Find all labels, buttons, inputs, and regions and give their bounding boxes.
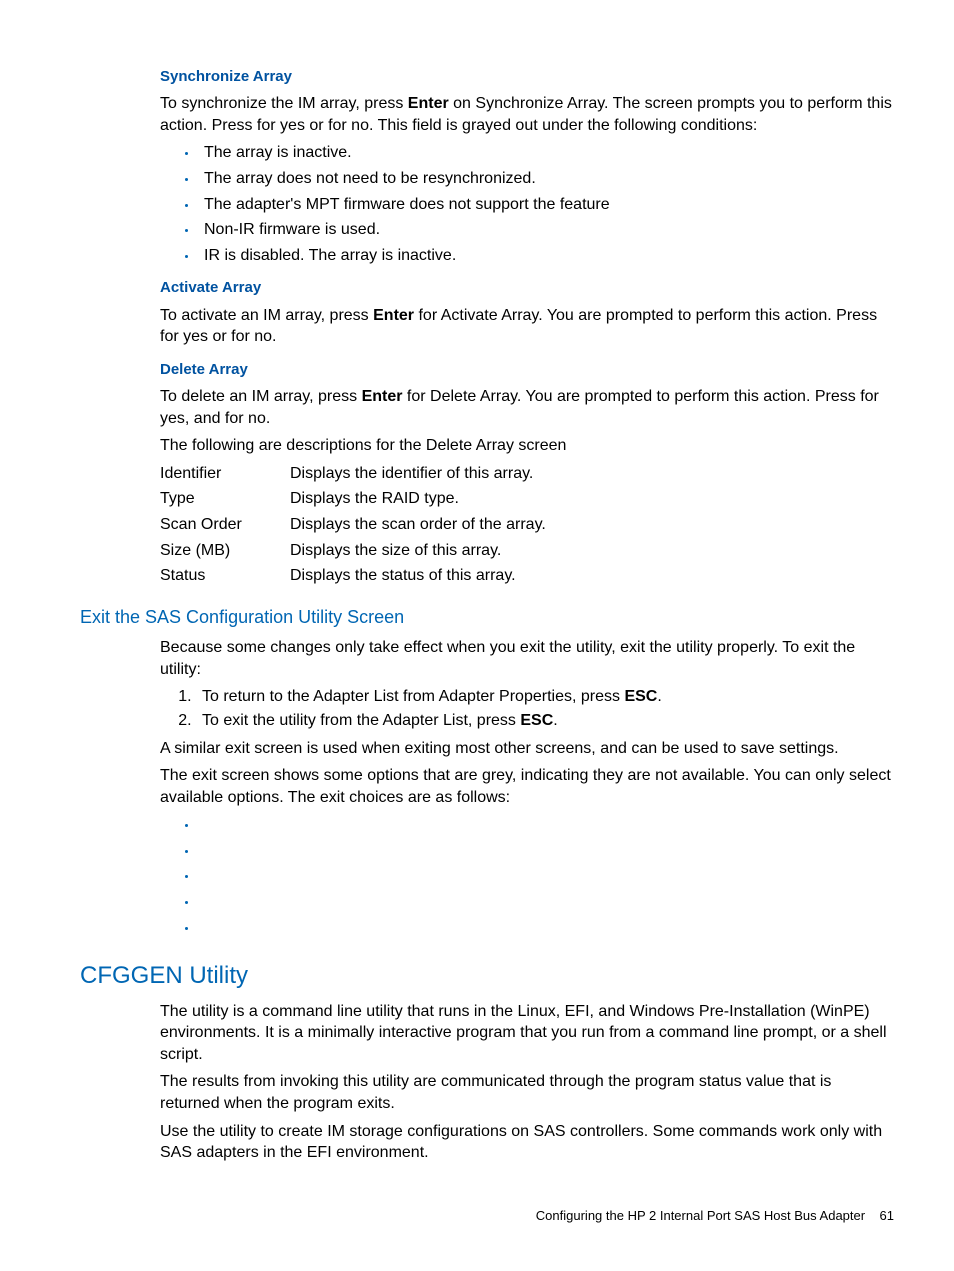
cfggen-paragraph-2: The results from invoking this utility a… bbox=[160, 1071, 894, 1114]
activate-paragraph: To activate an IM array, press Enter for… bbox=[160, 305, 894, 348]
def-desc: Displays the status of this array. bbox=[290, 565, 894, 587]
list-item: To exit the utility from the Adapter Lis… bbox=[196, 710, 894, 732]
list-item bbox=[198, 891, 894, 913]
exit-paragraph-2: A similar exit screen is used when exiti… bbox=[160, 738, 894, 760]
text: To exit the utility from the Adapter Lis… bbox=[202, 712, 520, 729]
footer-text: Configuring the HP 2 Internal Port SAS H… bbox=[536, 1208, 865, 1223]
sync-bullet-list: The array is inactive. The array does no… bbox=[160, 142, 894, 266]
def-term: Type bbox=[160, 488, 290, 510]
list-item: The array does not need to be resynchron… bbox=[198, 168, 894, 190]
page-number: 61 bbox=[880, 1208, 894, 1223]
text: . bbox=[553, 712, 557, 729]
list-item bbox=[198, 840, 894, 862]
list-item: IR is disabled. The array is inactive. bbox=[198, 245, 894, 267]
cfggen-paragraph-3: Use the utility to create IM storage con… bbox=[160, 1121, 894, 1164]
table-row: Size (MB) Displays the size of this arra… bbox=[160, 540, 894, 562]
list-item: To return to the Adapter List from Adapt… bbox=[196, 686, 894, 708]
key-enter: Enter bbox=[408, 95, 449, 112]
key-esc: ESC bbox=[624, 688, 657, 705]
def-desc: Displays the identifier of this array. bbox=[290, 463, 894, 485]
list-item: The adapter's MPT firmware does not supp… bbox=[198, 194, 894, 216]
exit-paragraph-3: The exit screen shows some options that … bbox=[160, 765, 894, 808]
def-term: Scan Order bbox=[160, 514, 290, 536]
exit-paragraph-1: Because some changes only take effect wh… bbox=[160, 637, 894, 680]
heading-cfggen-utility: CFGGEN Utility bbox=[80, 960, 894, 992]
table-row: Type Displays the RAID type. bbox=[160, 488, 894, 510]
text: To synchronize the IM array, press bbox=[160, 95, 408, 112]
def-term: Status bbox=[160, 565, 290, 587]
delete-desc-intro: The following are descriptions for the D… bbox=[160, 435, 894, 457]
sync-paragraph: To synchronize the IM array, press Enter… bbox=[160, 93, 894, 136]
def-term: Size (MB) bbox=[160, 540, 290, 562]
def-desc: Displays the size of this array. bbox=[290, 540, 894, 562]
exit-steps: To return to the Adapter List from Adapt… bbox=[160, 686, 894, 731]
text: To return to the Adapter List from Adapt… bbox=[202, 688, 624, 705]
list-item: The array is inactive. bbox=[198, 142, 894, 164]
delete-paragraph: To delete an IM array, press Enter for D… bbox=[160, 386, 894, 429]
table-row: Scan Order Displays the scan order of th… bbox=[160, 514, 894, 536]
heading-synchronize-array: Synchronize Array bbox=[160, 67, 894, 87]
key-esc: ESC bbox=[520, 712, 553, 729]
list-item bbox=[198, 814, 894, 836]
def-term: Identifier bbox=[160, 463, 290, 485]
text: . bbox=[657, 688, 661, 705]
heading-delete-array: Delete Array bbox=[160, 360, 894, 380]
exit-bullet-list bbox=[160, 814, 894, 938]
def-desc: Displays the RAID type. bbox=[290, 488, 894, 510]
text: To activate an IM array, press bbox=[160, 307, 373, 324]
list-item bbox=[198, 865, 894, 887]
list-item bbox=[198, 917, 894, 939]
heading-exit-screen: Exit the SAS Configuration Utility Scree… bbox=[80, 605, 894, 629]
table-row: Status Displays the status of this array… bbox=[160, 565, 894, 587]
table-row: Identifier Displays the identifier of th… bbox=[160, 463, 894, 485]
list-item: Non-IR firmware is used. bbox=[198, 219, 894, 241]
key-enter: Enter bbox=[362, 388, 403, 405]
text: To delete an IM array, press bbox=[160, 388, 362, 405]
key-enter: Enter bbox=[373, 307, 414, 324]
heading-activate-array: Activate Array bbox=[160, 278, 894, 298]
definitions-table: Identifier Displays the identifier of th… bbox=[160, 463, 894, 587]
page-footer: Configuring the HP 2 Internal Port SAS H… bbox=[536, 1207, 894, 1225]
cfggen-paragraph-1: The utility is a command line utility th… bbox=[160, 1001, 894, 1066]
def-desc: Displays the scan order of the array. bbox=[290, 514, 894, 536]
